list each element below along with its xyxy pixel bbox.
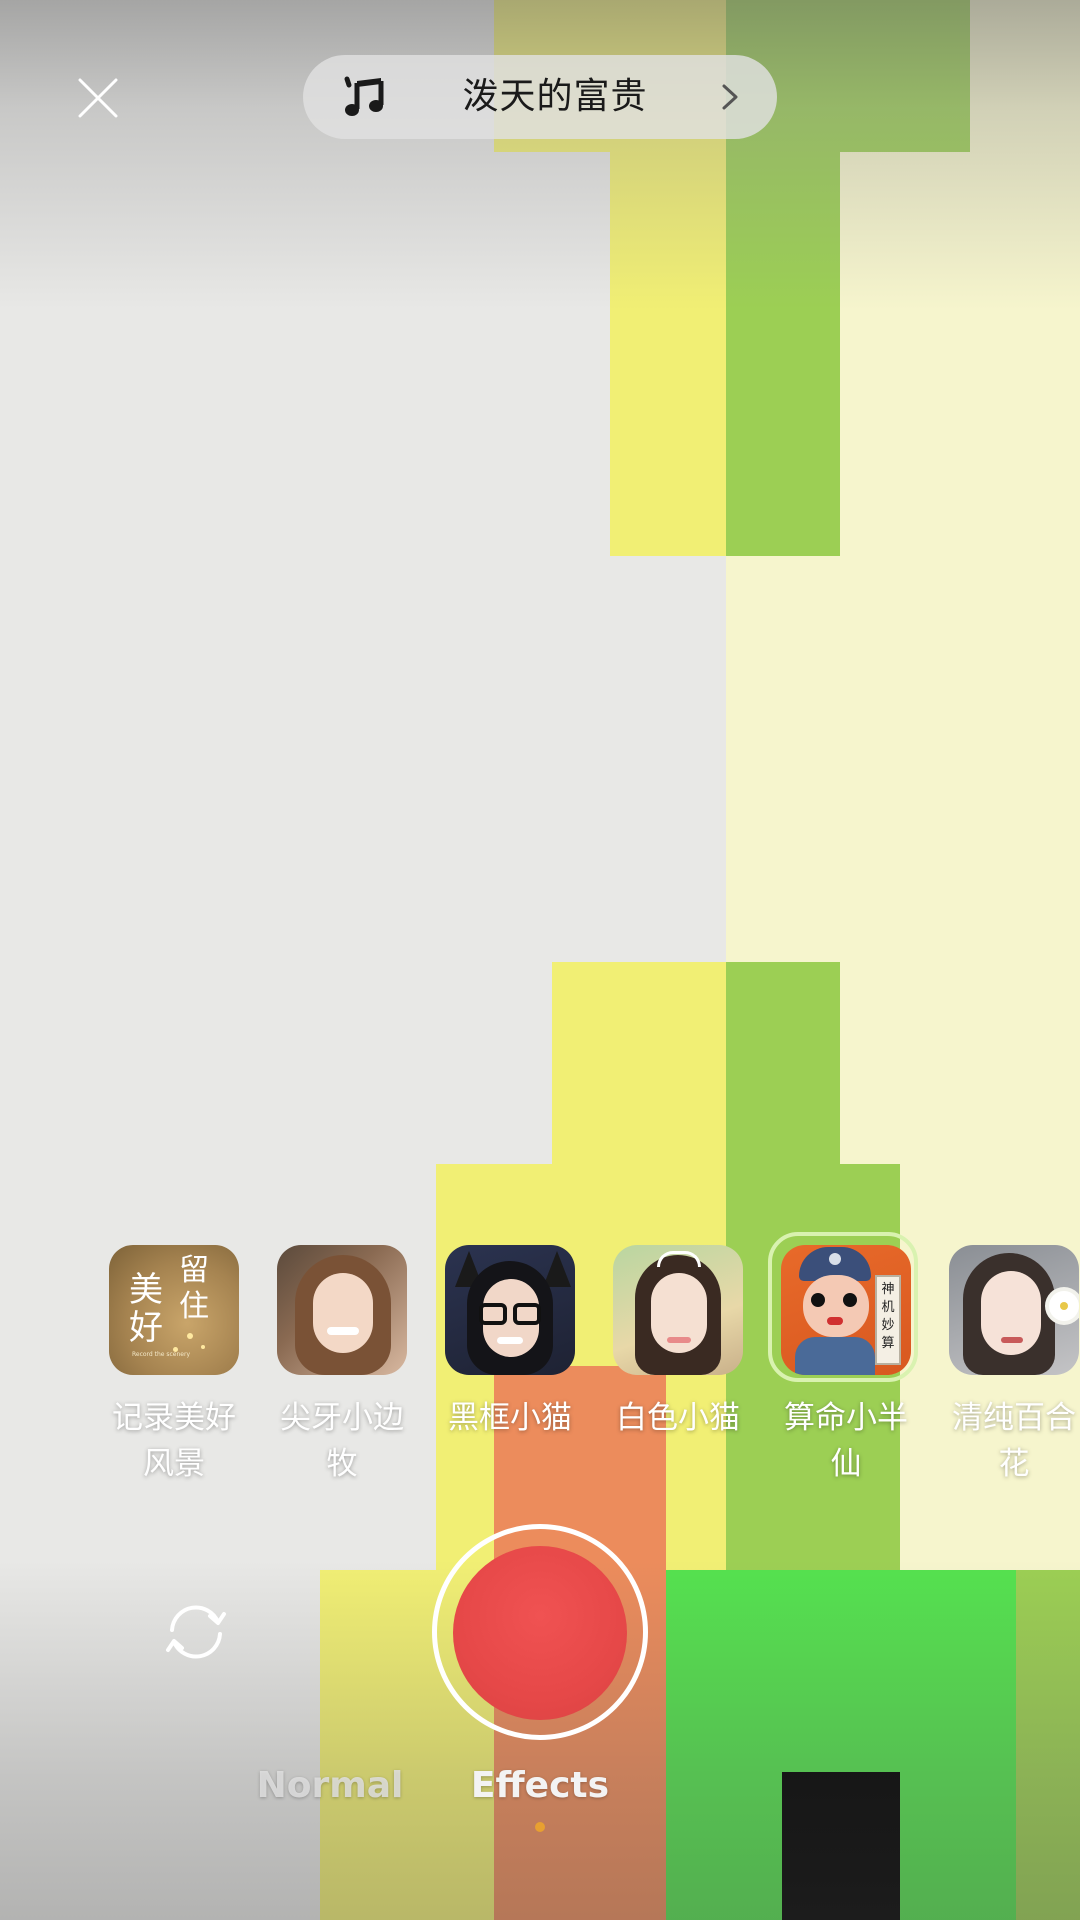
thumb-text: 妙 xyxy=(881,1318,895,1333)
effect-thumbnail: 神 机 妙 算 xyxy=(781,1245,911,1375)
top-shade xyxy=(0,0,1080,310)
chevron-right-icon xyxy=(722,84,738,110)
flip-camera-button[interactable] xyxy=(160,1600,232,1664)
effect-thumbnail xyxy=(949,1245,1079,1375)
effect-item[interactable]: 白色小猫 xyxy=(598,1240,758,1441)
thumb-text: 神 xyxy=(881,1282,895,1297)
close-button[interactable] xyxy=(68,68,128,128)
effect-thumbnail xyxy=(445,1245,575,1375)
effect-label: 白色小猫 xyxy=(616,1400,740,1436)
effect-item[interactable]: 尖牙小边牧 xyxy=(262,1240,422,1487)
thumb-text: 留 xyxy=(179,1253,209,1288)
effect-label: 算命小半仙 xyxy=(784,1400,908,1482)
effect-label: 黑框小猫 xyxy=(448,1400,572,1436)
active-mode-indicator xyxy=(535,1822,545,1832)
flip-camera-icon xyxy=(166,1605,226,1659)
thumb-caption: Record the scenery xyxy=(131,1351,191,1358)
effect-item[interactable]: 黑框小猫 xyxy=(430,1240,590,1441)
effect-thumbnail: 美 好 留 住 Record the scenery xyxy=(109,1245,239,1375)
thumb-text: 机 xyxy=(881,1300,895,1315)
preview-block xyxy=(726,556,840,962)
music-selector[interactable]: 泼天的富贵 xyxy=(303,55,777,139)
thumb-text: 算 xyxy=(881,1336,895,1351)
effect-label: 尖牙小边牧 xyxy=(280,1400,404,1482)
effect-label: 记录美好风景 xyxy=(112,1400,236,1482)
record-button[interactable] xyxy=(453,1546,627,1720)
effect-thumbnail xyxy=(613,1245,743,1375)
mode-tab-normal[interactable]: Normal xyxy=(240,1762,420,1810)
effect-item[interactable]: 清纯百合花 xyxy=(934,1240,1080,1487)
effect-item[interactable]: 美 好 留 住 Record the scenery 记录美好风景 xyxy=(94,1240,254,1487)
effect-item-selected[interactable]: 神 机 妙 算 算命小半仙 xyxy=(766,1232,926,1487)
close-icon xyxy=(78,78,118,118)
thumb-text: 好 xyxy=(129,1308,163,1348)
music-title: 泼天的富贵 xyxy=(462,76,648,117)
effect-thumbnail xyxy=(277,1245,407,1375)
mode-tab-effects[interactable]: Effects xyxy=(448,1762,632,1810)
thumb-text: 住 xyxy=(179,1289,209,1324)
thumb-text: 美 xyxy=(129,1270,163,1310)
effect-label: 清纯百合花 xyxy=(952,1400,1076,1482)
camera-preview: 泼天的富贵 美 好 留 住 Record the scenery 记录美好风景 … xyxy=(0,0,1080,1920)
music-note-icon xyxy=(344,76,384,116)
